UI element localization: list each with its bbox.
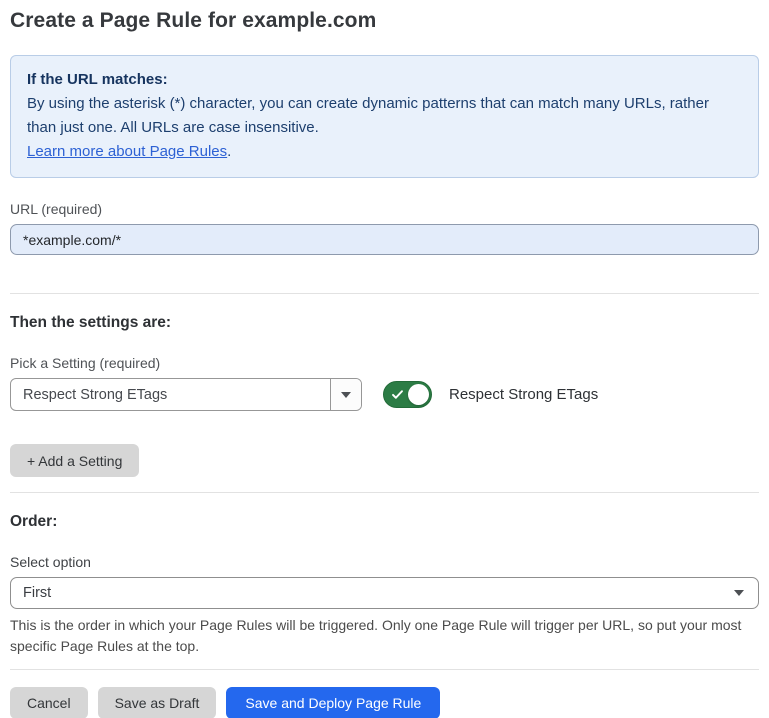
link-period: .	[227, 143, 231, 160]
order-select[interactable]: First	[10, 577, 759, 609]
settings-heading: Then the settings are:	[10, 314, 759, 332]
add-setting-button[interactable]: + Add a Setting	[10, 444, 139, 477]
footer-actions: Cancel Save as Draft Save and Deploy Pag…	[10, 687, 759, 718]
info-box-body: By using the asterisk (*) character, you…	[27, 95, 709, 136]
check-icon	[391, 388, 404, 401]
save-deploy-button[interactable]: Save and Deploy Page Rule	[226, 687, 440, 718]
setting-dropdown-value: Respect Strong ETags	[11, 379, 330, 410]
toggle-label: Respect Strong ETags	[449, 386, 598, 403]
order-help-text: This is the order in which your Page Rul…	[10, 615, 759, 657]
page-title: Create a Page Rule for example.com	[10, 0, 759, 33]
divider	[10, 492, 759, 493]
learn-more-link[interactable]: Learn more about Page Rules	[27, 143, 227, 160]
order-heading: Order:	[10, 513, 759, 531]
divider	[10, 669, 759, 670]
create-page-rule-form: Create a Page Rule for example.com If th…	[0, 0, 769, 718]
info-box-heading: If the URL matches:	[27, 68, 742, 92]
toggle-knob	[408, 384, 429, 405]
cancel-button[interactable]: Cancel	[10, 687, 88, 718]
save-draft-button[interactable]: Save as Draft	[98, 687, 217, 718]
respect-strong-etags-toggle[interactable]	[383, 381, 432, 408]
setting-dropdown[interactable]: Respect Strong ETags	[10, 378, 362, 411]
info-box-link-line: Learn more about Page Rules.	[27, 140, 742, 164]
setting-dropdown-arrow-button[interactable]	[330, 379, 361, 410]
divider	[10, 293, 759, 294]
select-option-label: Select option	[10, 554, 759, 570]
chevron-down-icon	[341, 392, 351, 398]
url-match-info-box: If the URL matches: By using the asteris…	[10, 55, 759, 178]
chevron-down-icon	[734, 590, 744, 596]
url-label: URL (required)	[10, 201, 759, 217]
setting-row: Respect Strong ETags Respect Strong ETag…	[10, 378, 759, 411]
order-select-value: First	[23, 585, 734, 601]
url-input[interactable]	[10, 224, 759, 255]
pick-setting-label: Pick a Setting (required)	[10, 355, 759, 371]
